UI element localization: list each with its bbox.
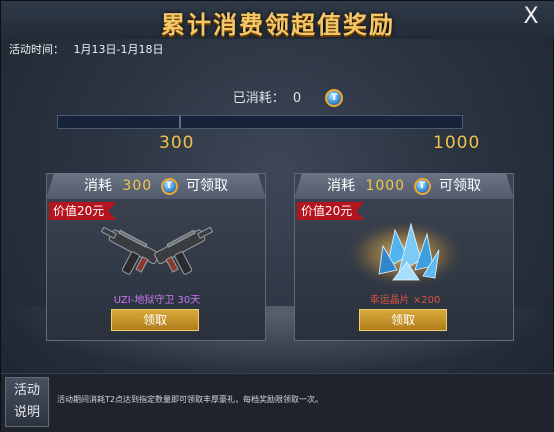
- consumed-value: 0: [292, 91, 302, 106]
- reward-head-prefix: 消耗: [327, 178, 355, 194]
- milestone-300: 300: [159, 133, 195, 153]
- activity-period: 活动时间： 1月13日-1月18日: [9, 41, 163, 57]
- dual-uzi-icon: [100, 226, 214, 275]
- reward-amount: 1000: [365, 178, 406, 194]
- reward-amount: 300: [122, 178, 153, 194]
- reward-head-suffix: 可领取: [439, 178, 481, 194]
- info-button-label-1: 活动: [13, 383, 40, 398]
- info-button-label-2: 说明: [13, 405, 40, 420]
- activity-info-button[interactable]: 活动 说明: [5, 377, 49, 427]
- claim-button[interactable]: 领取: [111, 309, 199, 331]
- activity-description: 活动期间消耗T2点达到指定数量即可领取丰厚豪礼，每档奖励限领取一次。: [57, 395, 323, 404]
- progress-milestone-tick: [179, 116, 181, 128]
- milestone-1000: 1000: [433, 133, 481, 153]
- consumption-progress-bar: [57, 115, 463, 129]
- reward-card-1000: 消耗 1000 T 可领取 价值20元 幸运晶片 ×200 领取: [294, 173, 514, 341]
- t-coin-icon: T: [160, 177, 178, 195]
- reward-card-header: 消耗 300 T 可领取: [46, 173, 266, 199]
- close-button[interactable]: X: [519, 5, 543, 29]
- t-coin-icon: T: [413, 177, 431, 195]
- period-label: 活动时间：: [9, 43, 64, 56]
- blue-crystal-icon: [343, 218, 467, 288]
- reward-card-300: 消耗 300 T 可领取 价值20元 UZI-地狱守卫 30天 领取: [46, 173, 266, 341]
- reward-card-header: 消耗 1000 T 可领取: [294, 173, 514, 199]
- reward-item-name: 幸运晶片 ×200: [369, 295, 441, 306]
- consumed-display: 已消耗： 0 T: [1, 87, 554, 108]
- page-title: 累计消费领超值奖励: [161, 11, 395, 39]
- reward-head-suffix: 可领取: [186, 178, 229, 194]
- consumed-label: 已消耗：: [232, 91, 285, 106]
- claim-button[interactable]: 领取: [359, 309, 447, 331]
- period-range: 1月13日-1月18日: [73, 43, 164, 56]
- reward-head-prefix: 消耗: [83, 178, 112, 194]
- reward-item-name: UZI-地狱守卫 30天: [113, 295, 201, 306]
- reward-panel: 累计消费领超值奖励 X 活动时间： 1月13日-1月18日 已消耗： 0 T 3…: [0, 0, 554, 432]
- t-coin-icon: T: [325, 88, 344, 107]
